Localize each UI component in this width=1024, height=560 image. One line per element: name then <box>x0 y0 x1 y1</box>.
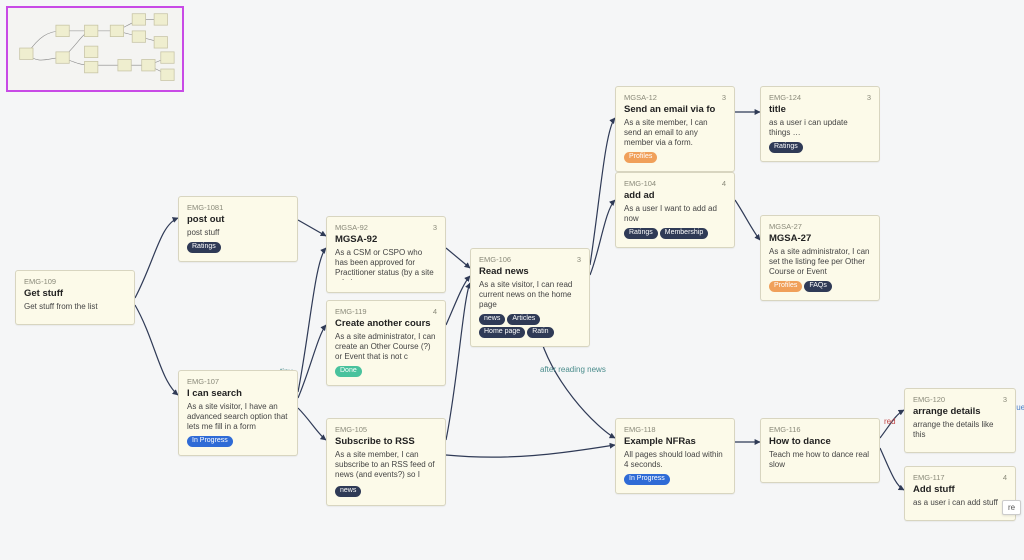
card-dance[interactable]: EMG-116 How to dance Teach me how to dan… <box>760 418 880 483</box>
card-id: EMG-118 <box>624 425 656 434</box>
card-desc: post stuff <box>187 228 289 238</box>
card-title: Add stuff <box>913 484 1007 496</box>
card-id: EMG-106 <box>479 255 511 264</box>
card-desc: As a site administrator, I can set the l… <box>769 247 871 277</box>
card-tags: newsArticles Home pageRatin <box>479 314 581 338</box>
card-title: I can search <box>187 388 289 400</box>
card-tags: Profiles <box>624 152 726 163</box>
card-desc: as a user i can update things … <box>769 118 871 138</box>
card-count: 3 <box>867 93 871 102</box>
tag: Done <box>335 366 362 377</box>
card-title: add ad <box>624 190 726 202</box>
card-id: EMG-124 <box>769 93 801 102</box>
card-tags: In Progress <box>187 436 289 447</box>
card-count: 3 <box>577 255 581 264</box>
card-title: arrange details <box>913 406 1007 418</box>
card-send-email[interactable]: MGSA-12 3 Send an email via fo As a site … <box>615 86 735 172</box>
card-title: MGSA-27 <box>769 233 871 245</box>
card-id: EMG-107 <box>187 377 219 386</box>
tag: news <box>335 486 361 497</box>
tag: In Progress <box>187 436 233 447</box>
card-title: Example NFRas <box>624 436 726 448</box>
card-tags: In Progress <box>624 474 726 485</box>
card-desc: As a user I want to add ad now <box>624 204 726 224</box>
card-tags: ProfilesFAQs <box>769 281 871 292</box>
card-id: EMG-117 <box>913 473 945 482</box>
card-desc: Get stuff from the list <box>24 302 126 312</box>
edge-label-red: red <box>884 417 896 426</box>
card-desc: As a site visitor, I can read current ne… <box>479 280 581 310</box>
card-count: 3 <box>1003 395 1007 404</box>
card-title: Create another cours <box>335 318 437 330</box>
card-id: EMG-119 <box>335 307 367 316</box>
card-desc: Teach me how to dance real slow <box>769 450 871 470</box>
tag: Ratings <box>769 142 803 153</box>
card-count: 4 <box>1003 473 1007 482</box>
card-mgsa92[interactable]: MGSA-92 3 MGSA-92 As a CSM or CSPO who ha… <box>326 216 446 293</box>
tag: Profiles <box>624 152 657 163</box>
card-count: 3 <box>722 93 726 102</box>
card-id: EMG-104 <box>624 179 656 188</box>
card-desc: As a site member, I can send an email to… <box>624 118 726 148</box>
card-desc: arrange the details like this <box>913 420 1007 440</box>
tag: news <box>479 314 505 325</box>
tag: Profiles <box>769 281 802 292</box>
card-title: Send an email via fo <box>624 104 726 116</box>
tag: Membership <box>660 228 709 239</box>
card-id: EMG-120 <box>913 395 945 404</box>
card-title: MGSA-92 <box>335 234 437 246</box>
card-id: MGSA-12 <box>624 93 657 102</box>
card-title-card[interactable]: EMG-124 3 title as a user i can update th… <box>760 86 880 162</box>
card-mgsa27[interactable]: MGSA-27 MGSA-27 As a site administrator,… <box>760 215 880 301</box>
card-desc: All pages should load within 4 seconds. <box>624 450 726 470</box>
card-id: MGSA-27 <box>769 222 802 231</box>
card-id: EMG-116 <box>769 425 801 434</box>
card-add-stuff[interactable]: EMG-117 4 Add stuff as a user i can add s… <box>904 466 1016 521</box>
edge-label-after-reading: after reading news <box>540 365 606 374</box>
card-id: EMG-1081 <box>187 203 223 212</box>
tag: FAQs <box>804 281 832 292</box>
card-tags: Ratings <box>769 142 871 153</box>
card-count: 4 <box>433 307 437 316</box>
card-rss[interactable]: EMG-105 Subscribe to RSS As a site membe… <box>326 418 446 506</box>
card-arrange[interactable]: EMG-120 3 arrange details arrange the det… <box>904 388 1016 453</box>
card-desc: As a CSM or CSPO who has been approved f… <box>335 248 437 280</box>
card-title: Read news <box>479 266 581 278</box>
card-desc: As a site member, I can subscribe to an … <box>335 450 437 482</box>
card-get-stuff[interactable]: EMG-109 Get stuff Get stuff from the lis… <box>15 270 135 325</box>
tag: Home page <box>479 327 525 338</box>
card-add-ad[interactable]: EMG-104 4 add ad As a user I want to add … <box>615 172 735 248</box>
tag: Ratings <box>187 242 221 253</box>
tag: Ratin <box>527 327 553 338</box>
card-tags: RatingsMembership <box>624 228 726 239</box>
card-nfras[interactable]: EMG-118 Example NFRas All pages should l… <box>615 418 735 494</box>
card-count: 4 <box>722 179 726 188</box>
card-search[interactable]: EMG-107 I can search As a site visitor, … <box>178 370 298 456</box>
card-tags: Ratings <box>187 242 289 253</box>
card-desc: as a user i can add stuff <box>913 498 1007 508</box>
card-title: How to dance <box>769 436 871 448</box>
card-id: EMG-109 <box>24 277 56 286</box>
card-tags: Done <box>335 366 437 377</box>
minimap[interactable] <box>6 6 184 92</box>
card-tags: news <box>335 486 437 497</box>
card-title: title <box>769 104 871 116</box>
card-title: Subscribe to RSS <box>335 436 437 448</box>
tooltip: re <box>1002 500 1021 515</box>
card-id: EMG-105 <box>335 425 367 434</box>
card-post-out[interactable]: EMG-1081 post out post stuff Ratings <box>178 196 298 262</box>
card-desc: As a site administrator, I can create an… <box>335 332 437 362</box>
card-create-course[interactable]: EMG-119 4 Create another cours As a site … <box>326 300 446 386</box>
card-desc: As a site visitor, I have an advanced se… <box>187 402 289 432</box>
card-title: post out <box>187 214 289 226</box>
tag: In Progress <box>624 474 670 485</box>
tag: Articles <box>507 314 540 325</box>
tag: Ratings <box>624 228 658 239</box>
card-title: Get stuff <box>24 288 126 300</box>
card-count: 3 <box>433 223 437 232</box>
card-read-news[interactable]: EMG-106 3 Read news As a site visitor, I … <box>470 248 590 347</box>
card-id: MGSA-92 <box>335 223 368 232</box>
